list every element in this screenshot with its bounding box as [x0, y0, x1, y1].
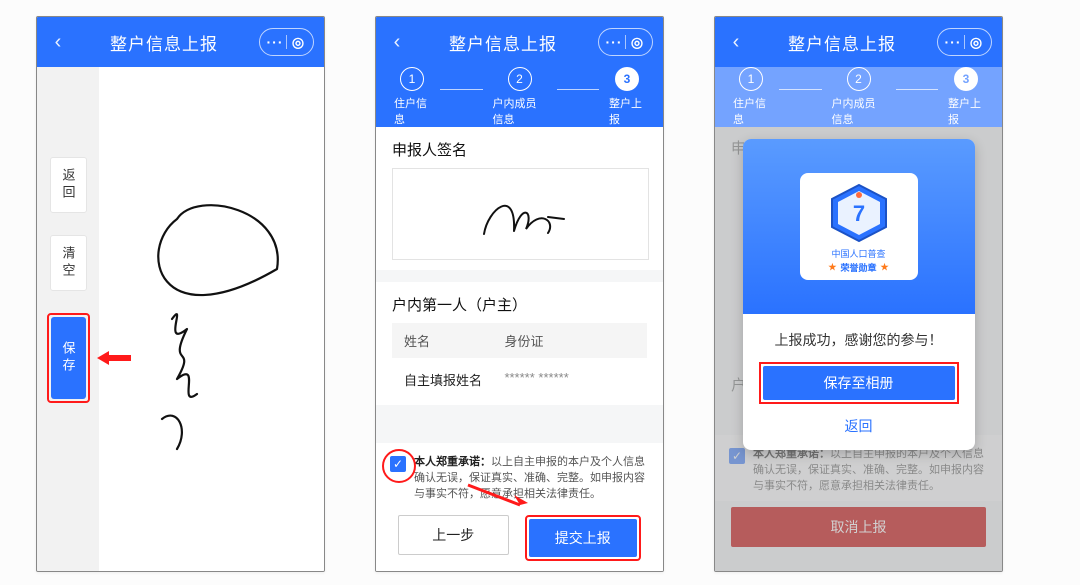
medal-subtitle: 中国人口普查 — [831, 247, 885, 260]
medal-card: 7 中国人口普查 ★荣誉勋章★ — [800, 173, 918, 280]
action-bar: 上一步 提交上报 — [376, 509, 663, 571]
signature-heading: 申报人签名 — [392, 139, 647, 160]
step-1: 1 住户信息 — [384, 67, 440, 127]
tutorial-highlight: 提交上报 — [525, 515, 642, 561]
page-title: 整户信息上报 — [408, 30, 598, 55]
miniprogram-capsule[interactable]: ··· ◎ — [598, 28, 653, 56]
step-indicator: 1住户信息 2户内成员信息 3整户上报 — [715, 67, 1002, 127]
owner-table-header: 姓名 身份证 — [392, 323, 647, 358]
medal-icon: 7 — [824, 181, 894, 245]
success-modal: 7 中国人口普查 ★荣誉勋章★ 上报成功，感谢您的参与！ 保存至相册 返回 — [743, 139, 975, 450]
back-icon[interactable]: ‹ — [47, 31, 69, 54]
more-icon[interactable]: ··· — [603, 31, 625, 53]
step-indicator: 1 住户信息 2 户内成员信息 3 整户上报 — [376, 67, 663, 127]
tutorial-arrow-icon — [97, 349, 131, 367]
owner-name-value: 自主填报姓名 — [404, 370, 504, 389]
promise-row: ✓ 本人郑重承诺：以上自主申报的本户及个人信息确认无误，保证真实、准确、完整。如… — [376, 443, 663, 509]
owner-table-row: 自主填报姓名 ****** ****** — [392, 358, 647, 401]
modal-backdrop[interactable]: 7 中国人口普查 ★荣誉勋章★ 上报成功，感谢您的参与！ 保存至相册 返回 — [715, 127, 1002, 571]
return-button[interactable]: 返回 — [50, 157, 87, 213]
navbar: ‹ 整户信息上报 ··· ◎ — [376, 17, 663, 67]
close-target-icon[interactable]: ◎ — [965, 31, 987, 53]
signature-section: 申报人签名 — [376, 127, 663, 270]
submit-button[interactable]: 提交上报 — [529, 519, 638, 557]
tutorial-highlight: 保存 — [47, 313, 90, 403]
save-button[interactable]: 保存 — [51, 317, 86, 399]
signature-stroke — [466, 179, 576, 249]
screenshot-1-signature-canvas: ‹ 整户信息上报 ··· ◎ 返回 清空 保存 — [36, 16, 325, 572]
step-3-active: 3整户上报 — [938, 67, 994, 127]
svg-text:7: 7 — [852, 201, 864, 226]
step-2: 2户内成员信息 — [822, 67, 896, 127]
step-1: 1住户信息 — [723, 67, 779, 127]
close-target-icon[interactable]: ◎ — [626, 31, 648, 53]
promise-text: 本人郑重承诺：以上自主申报的本户及个人信息确认无误，保证真实、准确、完整。如申报… — [414, 455, 649, 503]
signature-stroke — [117, 149, 307, 489]
page-title: 整户信息上报 — [69, 30, 259, 55]
more-icon[interactable]: ··· — [264, 31, 286, 53]
signature-toolbar: 返回 清空 保存 — [37, 67, 99, 571]
step-3-active: 3 整户上报 — [599, 67, 655, 127]
close-target-icon[interactable]: ◎ — [287, 31, 309, 53]
tutorial-highlight: 保存至相册 — [759, 362, 959, 404]
navbar: ‹ 整户信息上报 ··· ◎ — [37, 17, 324, 67]
step-2: 2 户内成员信息 — [483, 67, 557, 127]
back-icon[interactable]: ‹ — [725, 31, 747, 54]
owner-section: 户内第一人（户主） 姓名 身份证 自主填报姓名 ****** ****** — [376, 282, 663, 405]
navbar: ‹ 整户信息上报 ··· ◎ — [715, 17, 1002, 67]
screenshot-2-review: ‹ 整户信息上报 ··· ◎ 1 住户信息 2 户内成员信息 3 整户上报 申报… — [375, 16, 664, 572]
column-id: 身份证 — [504, 331, 635, 350]
promise-checkbox[interactable]: ✓ — [390, 456, 406, 472]
return-link[interactable]: 返回 — [743, 408, 975, 450]
miniprogram-capsule[interactable]: ··· ◎ — [937, 28, 992, 56]
signature-canvas[interactable] — [99, 67, 324, 571]
more-icon[interactable]: ··· — [942, 31, 964, 53]
screenshot-3-success-modal: ‹ 整户信息上报 ··· ◎ 1住户信息 2户内成员信息 3整户上报 申 户 ✓… — [714, 16, 1003, 572]
signature-preview[interactable] — [392, 168, 649, 260]
miniprogram-capsule[interactable]: ··· ◎ — [259, 28, 314, 56]
back-icon[interactable]: ‹ — [386, 31, 408, 54]
success-message: 上报成功，感谢您的参与！ — [743, 314, 975, 362]
save-to-album-button[interactable]: 保存至相册 — [763, 366, 955, 400]
medal-ribbon-label: ★荣誉勋章★ — [828, 261, 888, 274]
prev-step-button[interactable]: 上一步 — [398, 515, 509, 555]
page-title: 整户信息上报 — [747, 30, 937, 55]
medal-banner: 7 中国人口普查 ★荣誉勋章★ — [743, 139, 975, 314]
owner-heading: 户内第一人（户主） — [392, 294, 647, 315]
owner-id-value: ****** ****** — [504, 370, 635, 389]
clear-button[interactable]: 清空 — [50, 235, 87, 291]
column-name: 姓名 — [404, 331, 504, 350]
